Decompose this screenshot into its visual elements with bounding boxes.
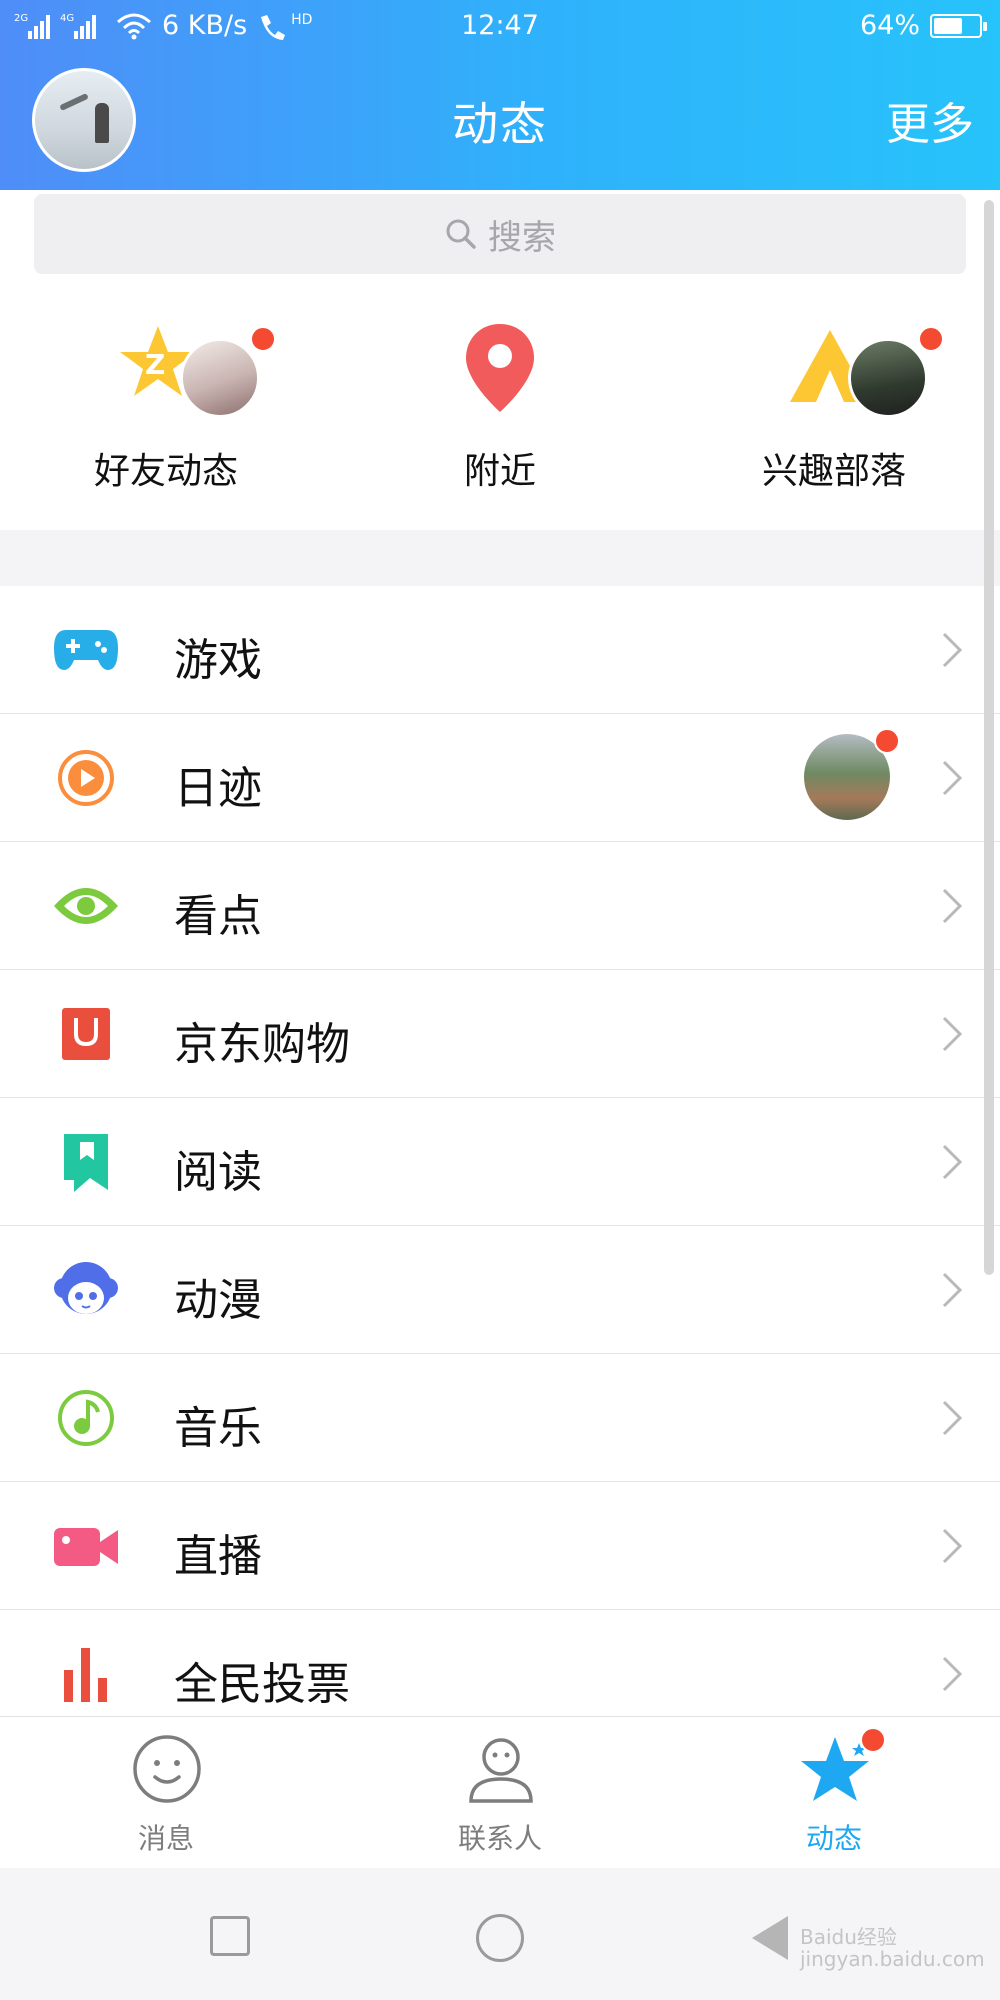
quick-label: 兴趣部落 [761,451,906,492]
music-note-icon [58,1390,114,1446]
list-item-jd-shopping[interactable]: 京东购物 [0,970,1000,1098]
system-nav-bar: Baidu经验 jingyan.baidu.com [0,1868,1000,2000]
search-placeholder: 搜索 [488,217,556,258]
more-button[interactable]: 更多 [886,88,974,152]
watermark: Baidu经验 jingyan.baidu.com [800,1925,985,1971]
list-label: 直播 [174,1531,262,1582]
chevron-right-icon [942,1400,963,1436]
quick-label: 附近 [463,451,536,492]
list-item-reading[interactable]: 阅读 [0,1098,1000,1226]
badge-dot [250,326,276,352]
list-label: 京东购物 [174,1019,350,1070]
page-title: 动态 [452,97,548,151]
chevron-right-icon [942,1144,963,1180]
badge-dot [918,326,944,352]
list-item-anime[interactable]: 动漫 [0,1226,1000,1354]
quick-label: 好友动态 [93,451,238,492]
chevron-right-icon [942,1656,963,1692]
svg-text:Z: Z [145,348,165,381]
search-icon [446,219,476,249]
list-label: 动漫 [174,1275,262,1326]
header-bar: 2G 4G 6 KB/s HD 12:47 64% 动态 更多 [0,0,1000,190]
status-bar: 2G 4G 6 KB/s HD 12:47 64% [0,0,1000,52]
tribe-avatar [848,338,928,418]
search-bar[interactable]: 搜索 [34,194,966,274]
list-label: 游戏 [174,635,262,686]
quick-entries: Z 好友动态 附近 兴趣部落 [0,290,1000,530]
tab-label: 动态 [805,1822,862,1855]
quick-item-interest-tribe[interactable]: 兴趣部落 [714,290,954,530]
tab-messages[interactable]: 消息 [46,1717,286,1869]
chevron-right-icon [942,888,963,924]
location-pin-icon [466,324,534,412]
clock: 12:47 [461,10,539,41]
chevron-right-icon [942,1272,963,1308]
list-label: 阅读 [174,1147,262,1198]
scrollbar[interactable] [984,200,994,1275]
home-button[interactable] [476,1914,524,1962]
person-icon [469,1738,533,1803]
shopping-bag-icon [62,1008,110,1060]
bottom-tab-bar: 消息 联系人 动态 [0,1716,1000,1868]
battery-percent: 64% [859,10,920,41]
list-item-daily-trace[interactable]: 日迹 [0,714,1000,842]
chevron-right-icon [942,1528,963,1564]
chevron-right-icon [942,632,963,668]
list-label: 音乐 [174,1403,262,1454]
battery-fill [934,17,963,34]
friend-avatar [180,338,260,418]
status-right: 64% [859,10,987,41]
tab-label: 联系人 [457,1822,542,1855]
anime-face-icon [54,1262,118,1314]
bookmark-icon [64,1134,108,1192]
chevron-right-icon [942,1016,963,1052]
quick-item-friends-feed[interactable]: Z 好友动态 [46,290,286,530]
battery-icon [930,13,987,38]
quick-item-nearby[interactable]: 附近 [380,290,620,530]
section-divider [0,530,1000,586]
list-item-games[interactable]: 游戏 [0,586,1000,714]
gamepad-icon [54,630,118,670]
list-item-highlights[interactable]: 看点 [0,842,1000,970]
chevron-right-icon [942,760,963,796]
smile-icon [133,1735,201,1803]
tab-label: 消息 [137,1822,194,1855]
video-camera-icon [54,1528,118,1566]
feature-list: 游戏 日迹 看点 京东购物 阅读 动漫 音乐 直播 全民投票 [0,586,1000,1738]
tab-feed[interactable]: 动态 [714,1717,954,1869]
bar-chart-icon [64,1648,107,1702]
tab-contacts[interactable]: 联系人 [380,1717,620,1869]
badge-dot [874,728,900,754]
play-circle-icon [58,750,114,806]
list-item-live[interactable]: 直播 [0,1482,1000,1610]
list-label: 看点 [174,891,262,942]
list-label: 全民投票 [174,1659,350,1710]
recent-apps-button[interactable] [210,1916,250,1956]
back-button[interactable] [752,1916,788,1960]
badge-dot [860,1727,886,1753]
eye-icon [54,888,118,924]
list-label: 日迹 [174,763,262,814]
list-item-music[interactable]: 音乐 [0,1354,1000,1482]
